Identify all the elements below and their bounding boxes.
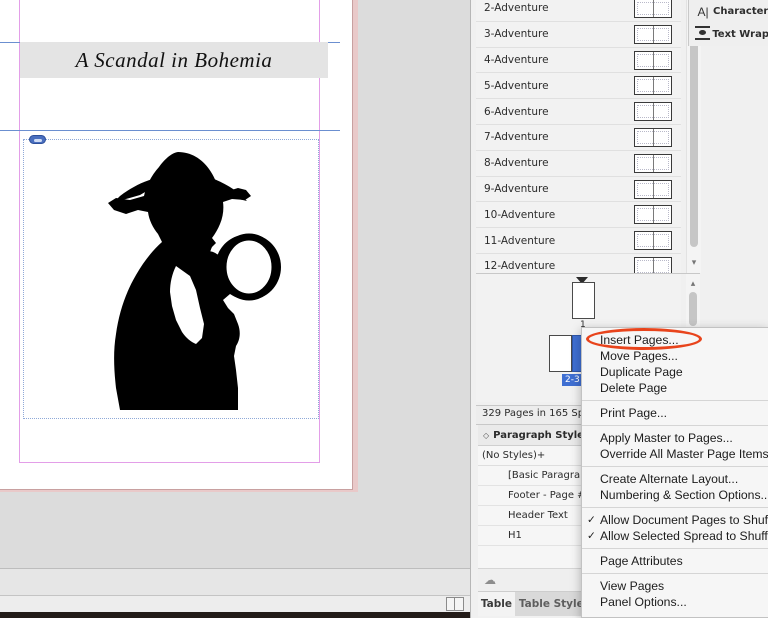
panel-grip-icon: ◇: [483, 430, 490, 440]
cloud-icon[interactable]: ☁: [484, 574, 502, 586]
master-label: 11-Adventure: [484, 234, 556, 247]
master-row[interactable]: 11-Adventure: [476, 228, 681, 254]
style-row-footer-page[interactable]: Footer - Page #: [478, 486, 590, 506]
collapsed-panel-dock: A| Character Text Wrap: [688, 0, 768, 46]
content-grabber-icon[interactable]: [29, 135, 46, 144]
pages-context-menu[interactable]: Insert Pages... Move Pages... Duplicate …: [581, 327, 768, 618]
indesign-window: A Scandal in Bohemia 2-Adventure 3-Adven…: [0, 0, 768, 618]
panel-tab-character-label: Character: [713, 6, 768, 17]
master-thumbnail[interactable]: [634, 231, 672, 251]
paragraph-styles-header[interactable]: ◇ Paragraph Styles: [478, 425, 590, 446]
style-row-h1[interactable]: H1: [478, 526, 590, 546]
menu-item-insert-pages[interactable]: Insert Pages...: [582, 332, 768, 348]
master-row[interactable]: 6-Adventure: [476, 99, 681, 125]
master-label: 9-Adventure: [484, 182, 549, 195]
window-bottom-edge: [0, 612, 470, 618]
menu-separator: [582, 507, 768, 508]
master-thumbnail[interactable]: [634, 0, 672, 18]
pasteboard: A Scandal in Bohemia: [0, 0, 364, 568]
menu-item-page-attributes[interactable]: Page Attributes: [582, 553, 768, 569]
master-row[interactable]: 9-Adventure: [476, 177, 681, 203]
document-canvas[interactable]: A Scandal in Bohemia: [0, 0, 470, 618]
master-label: 5-Adventure: [484, 79, 549, 92]
spread-number-label: 2-3: [562, 374, 583, 386]
master-thumbnail[interactable]: [634, 205, 672, 225]
panel-tab-bar[interactable]: Table Table Styles: [478, 592, 590, 616]
style-row-basic-paragraph[interactable]: [Basic Paragraph]: [478, 466, 597, 486]
document-pages-scrollbar-thumb[interactable]: [689, 292, 697, 326]
master-row[interactable]: 5-Adventure: [476, 73, 681, 100]
page-thumbnail-1[interactable]: [572, 282, 595, 319]
master-thumbnail[interactable]: [634, 127, 672, 147]
master-thumbnail[interactable]: [634, 50, 672, 70]
master-row[interactable]: 3-Adventure: [476, 22, 681, 48]
menu-item-delete-page[interactable]: Delete Page: [582, 380, 768, 396]
margin-guide-bottom: [19, 462, 320, 463]
master-row[interactable]: 7-Adventure: [476, 125, 681, 151]
chevron-up-icon[interactable]: ▴: [686, 276, 700, 290]
menu-item-apply-master-to-pages[interactable]: Apply Master to Pages...: [582, 430, 768, 446]
master-thumbnail[interactable]: [634, 76, 672, 96]
master-label: 6-Adventure: [484, 105, 549, 118]
panel-tab-text-wrap[interactable]: Text Wrap: [689, 23, 768, 46]
text-wrap-icon: [693, 26, 712, 43]
ruler-guide-mid: [0, 130, 340, 131]
master-label: 10-Adventure: [484, 208, 556, 221]
menu-item-numbering-section-options[interactable]: Numbering & Section Options..: [582, 487, 768, 503]
panel-tab-text-wrap-label: Text Wrap: [712, 29, 768, 40]
menu-separator: [582, 425, 768, 426]
master-label: 2-Adventure: [484, 2, 549, 15]
menu-separator: [582, 400, 768, 401]
tab-table-styles[interactable]: Table Styles: [514, 592, 590, 616]
spread-view-icon[interactable]: [446, 597, 464, 611]
master-thumbnail[interactable]: [634, 179, 672, 199]
page-thumbnail-2[interactable]: [549, 335, 572, 372]
menu-item-allow-selected-spread-to-shuffle[interactable]: Allow Selected Spread to Shuffle: [582, 528, 768, 544]
master-label: 4-Adventure: [484, 53, 549, 66]
master-thumbnail[interactable]: [634, 102, 672, 122]
menu-item-view-pages[interactable]: View Pages: [582, 578, 768, 594]
character-icon: A|: [697, 4, 709, 19]
canvas-scroll-area[interactable]: [0, 568, 470, 596]
menu-item-duplicate-page[interactable]: Duplicate Page: [582, 364, 768, 380]
master-row[interactable]: 10-Adventure: [476, 202, 681, 229]
style-row-header-text[interactable]: Header Text: [478, 506, 590, 526]
master-label: 8-Adventure: [484, 157, 549, 170]
paragraph-styles-footer[interactable]: ☁: [478, 569, 590, 592]
panel-tab-character[interactable]: A| Character: [689, 0, 768, 23]
master-row[interactable]: 8-Adventure: [476, 151, 681, 177]
page-title: A Scandal in Bohemia: [75, 48, 273, 72]
menu-item-move-pages[interactable]: Move Pages...: [582, 348, 768, 364]
master-row[interactable]: 2-Adventure: [476, 0, 681, 22]
menu-item-print-page[interactable]: Print Page...: [582, 405, 768, 421]
master-thumbnail[interactable]: [634, 153, 672, 173]
master-label: 3-Adventure: [484, 28, 549, 41]
no-styles-row[interactable]: (No Styles)+: [478, 446, 590, 466]
menu-item-create-alternate-layout[interactable]: Create Alternate Layout...: [582, 471, 768, 487]
menu-item-override-all-master-page-items[interactable]: Override All Master Page Items: [582, 446, 768, 462]
paragraph-styles-title: Paragraph Styles: [493, 429, 590, 441]
menu-separator: [582, 548, 768, 549]
master-row[interactable]: 12-Adventure: [476, 254, 681, 273]
paragraph-styles-panel: ◇ Paragraph Styles (No Styles)+ [Basic P…: [478, 425, 597, 618]
menu-separator: [582, 466, 768, 467]
master-thumbnail[interactable]: [634, 24, 672, 44]
tab-table[interactable]: Table: [478, 592, 515, 616]
master-label: 12-Adventure: [484, 260, 556, 273]
master-label: 7-Adventure: [484, 131, 549, 144]
master-thumbnail[interactable]: [634, 256, 672, 273]
menu-separator: [582, 573, 768, 574]
sherlock-holmes-silhouette[interactable]: [60, 148, 290, 418]
master-row[interactable]: 4-Adventure: [476, 48, 681, 74]
menu-item-panel-options[interactable]: Panel Options...: [582, 594, 768, 610]
chevron-down-icon[interactable]: ▾: [687, 252, 701, 272]
styles-empty-area[interactable]: [478, 546, 590, 569]
master-pages-list[interactable]: 2-Adventure 3-Adventure 4-Adventure 5-Ad…: [476, 0, 681, 273]
menu-item-allow-document-pages-to-shuffle[interactable]: Allow Document Pages to Shuffle: [582, 512, 768, 528]
